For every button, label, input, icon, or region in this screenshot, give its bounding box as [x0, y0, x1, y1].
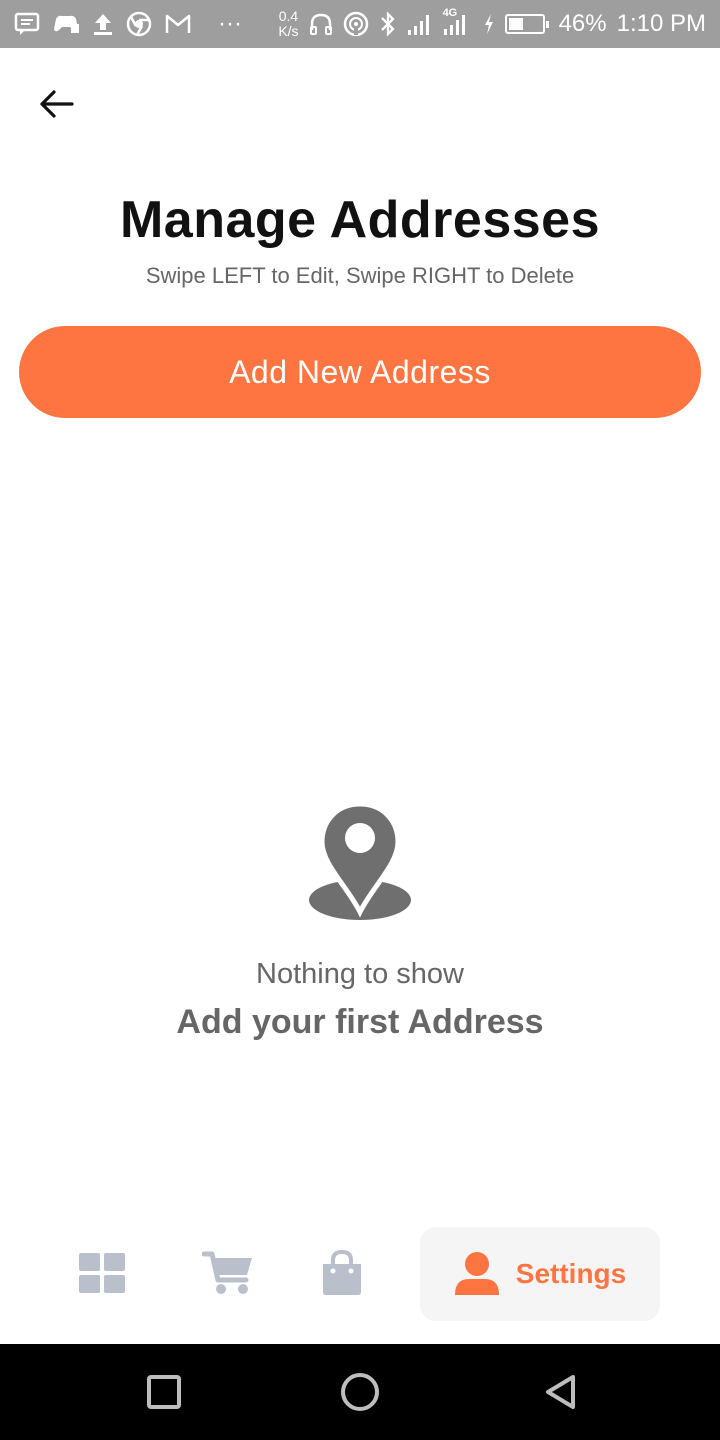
status-bar: ··· 0.4 K/s 4G 46% 1:10 PM [0, 0, 720, 48]
add-new-address-button[interactable]: Add New Address [19, 326, 701, 418]
gmail-icon [164, 13, 192, 35]
tab-settings[interactable]: Settings [420, 1227, 660, 1321]
triangle-back-icon [546, 1375, 575, 1409]
empty-state-message: Nothing to show [256, 958, 464, 990]
cart-icon [202, 1251, 252, 1294]
game-controller-icon [52, 13, 80, 35]
system-back-button[interactable] [536, 1368, 584, 1416]
upload-icon [92, 12, 114, 36]
arrow-left-icon [40, 90, 74, 118]
tab-bag[interactable] [302, 1225, 382, 1321]
recent-apps-button[interactable] [140, 1368, 188, 1416]
back-button[interactable] [34, 84, 78, 124]
signal-icon [407, 12, 433, 36]
battery-icon [504, 14, 549, 34]
tab-cart[interactable] [188, 1225, 268, 1321]
status-bar-notifications: ··· [14, 10, 242, 38]
circle-icon [341, 1373, 379, 1411]
battery-level [508, 18, 524, 30]
overflow-dots: ··· [218, 10, 242, 37]
network-type: 4G [442, 7, 458, 19]
shopping-bag-icon [323, 1250, 361, 1295]
battery-percent: 46% [558, 10, 607, 37]
person-icon [454, 1252, 499, 1295]
network-speed-value: 0.4 [278, 8, 299, 24]
bottom-tab-bar: Settings [0, 1225, 720, 1325]
bluetooth-icon [379, 11, 397, 37]
status-bar-system: 0.4 K/s 4G 46% 1:10 PM [278, 7, 706, 39]
chrome-icon [126, 11, 152, 37]
clock: 1:10 PM [616, 10, 706, 37]
grid-icon [79, 1253, 125, 1293]
hotspot-icon [343, 11, 369, 37]
message-icon [14, 12, 40, 36]
square-icon [147, 1375, 181, 1409]
tab-home[interactable] [62, 1225, 142, 1321]
page-title: Manage Addresses [119, 191, 601, 249]
headphones-icon [309, 12, 333, 36]
charging-icon [483, 13, 495, 35]
empty-state-cta: Add your first Address [176, 1003, 544, 1041]
network-speed: 0.4 K/s [278, 9, 298, 39]
network-speed-unit: K/s [278, 23, 299, 39]
system-navigation-bar [0, 1344, 720, 1440]
tab-settings-label: Settings [515, 1258, 627, 1289]
signal-4g-icon: 4G [443, 7, 473, 37]
location-pin-icon [305, 800, 415, 922]
page-subtitle: Swipe LEFT to Edit, Swipe RIGHT to Delet… [145, 263, 575, 288]
home-button[interactable] [336, 1368, 384, 1416]
